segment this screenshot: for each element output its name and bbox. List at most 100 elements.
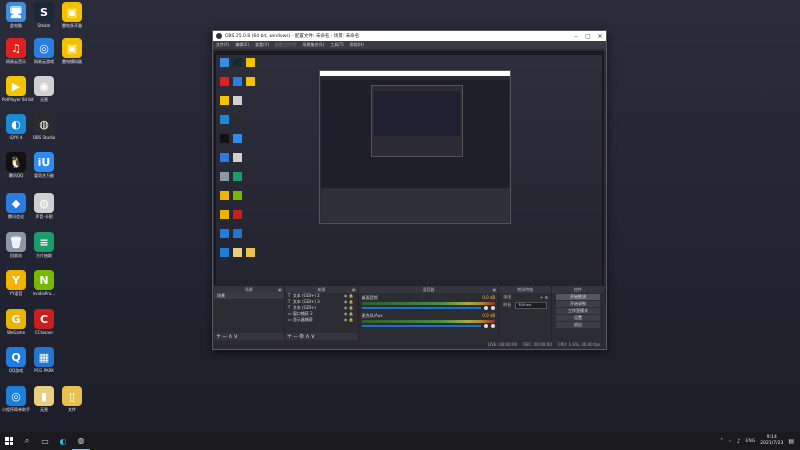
menu-help[interactable]: 帮助(H): [350, 42, 364, 48]
desktop-icon[interactable]: NnvidiaPro…: [30, 270, 58, 296]
desktop-icon[interactable]: ◎ 网易云游戏: [30, 38, 58, 64]
desktop-icon[interactable]: ▮ 无畏: [30, 386, 58, 412]
duration-input[interactable]: 300 ms: [515, 301, 548, 309]
desktop-icon[interactable]: ▦ PCG PARK: [30, 347, 58, 373]
dock-float-icon[interactable]: ▣: [492, 286, 496, 293]
desktop-icon-label: PotPlayer 64 bit: [2, 97, 34, 102]
desktop-icon[interactable]: G WeGame: [2, 309, 30, 335]
desktop-icon[interactable]: ▣ 雷电模拟器: [58, 38, 86, 64]
network-icon[interactable]: ◦: [728, 438, 732, 445]
gear-icon[interactable]: [491, 324, 496, 328]
app-icon: ◎: [34, 38, 54, 58]
track-db: 0.0 dB: [482, 313, 496, 318]
start-recording-button[interactable]: 开始录制: [556, 301, 600, 307]
scenes-toolbar: +−∧∨: [214, 333, 284, 340]
move-down-icon[interactable]: ∨: [311, 333, 316, 340]
app-icon: ◐: [6, 114, 26, 134]
desktop-icon[interactable]: C CCleaner: [30, 309, 58, 335]
notification-icon[interactable]: ▤: [788, 438, 794, 445]
app-icon: G: [6, 309, 26, 329]
mixer-dock-title: 混音器: [422, 287, 435, 292]
app-icon: ♫: [6, 38, 26, 58]
source-item[interactable]: ▭ 显示器捕获 ◉ 🔒: [285, 317, 358, 323]
menu-file[interactable]: 文件(F): [216, 42, 229, 48]
desktop-icon[interactable]: ≡ 方片抽取: [30, 232, 58, 258]
scenes-dock-title: 场景: [244, 287, 253, 292]
volume-slider[interactable]: [361, 324, 496, 328]
search-icon[interactable]: ⌕: [18, 432, 36, 450]
obs-window[interactable]: OBS 25.0.8 (64 bit, windows) - 配置文件: 未命名…: [212, 30, 607, 350]
transitions-dock-header: 转场特效: [499, 286, 552, 293]
windows-logo-icon: [5, 437, 13, 445]
app-icon: ▣: [62, 38, 82, 58]
visibility-lock-icon[interactable]: ◉ 🔒: [344, 317, 354, 323]
desktop-icon-label: nvidiaPro…: [32, 291, 56, 296]
obs-preview[interactable]: [214, 51, 604, 309]
scene-item[interactable]: 场景: [214, 293, 284, 299]
minimize-button[interactable]: –: [570, 33, 582, 40]
dock-float-icon[interactable]: ▣: [278, 286, 282, 293]
tray-chevron-icon[interactable]: ˄: [720, 438, 723, 445]
sources-dock-title: 来源: [317, 287, 326, 292]
desktop-icon[interactable]: Y YY语音: [2, 270, 30, 296]
language-indicator[interactable]: ENG: [746, 439, 756, 444]
desktop-icon[interactable]: ▣ 雷电多开器: [58, 2, 86, 28]
desktop-icon[interactable]: ◍ 声音·卡图: [30, 193, 58, 219]
menu-edit[interactable]: 编辑(E): [235, 42, 249, 48]
obs-taskbar-icon[interactable]: ◍: [72, 432, 90, 450]
desktop-icon[interactable]: ♫ 网易云音乐: [2, 38, 30, 64]
volume-slider-track[interactable]: [361, 307, 482, 309]
volume-icon[interactable]: ♪: [737, 438, 741, 445]
settings-button[interactable]: 设置: [556, 315, 600, 321]
preview-desktop-icon: [233, 191, 242, 200]
obs-title: OBS 25.0.8 (64 bit, windows) - 配置文件: 未命名…: [225, 34, 360, 39]
desktop-icon[interactable]: Q QQ游戏: [2, 347, 30, 373]
exit-button[interactable]: 退出: [556, 322, 600, 328]
desktop-icon[interactable]: ◐ iQIYI 4: [2, 114, 30, 140]
desktop-icon-label: Steam: [37, 23, 51, 28]
dock-float-icon[interactable]: ▣: [352, 286, 356, 293]
menu-profile[interactable]: 配置文件(P): [275, 42, 297, 48]
preview-desktop-icon: [220, 191, 229, 200]
desktop-icon[interactable]: ◉ 无畏: [30, 76, 58, 102]
start-button[interactable]: [0, 432, 18, 450]
menu-view[interactable]: 查看(V): [255, 42, 269, 48]
desktop-icon[interactable]: ◆ 腾讯会议: [2, 193, 30, 219]
scenes-dock: 场景 ▣ 场景 +−∧∨: [214, 286, 284, 340]
gear-icon[interactable]: [491, 306, 496, 310]
close-button[interactable]: ✕: [594, 33, 606, 40]
transition-select[interactable]: 淡出 + ⚙: [499, 293, 551, 301]
desktop-icon[interactable]: 🗑 回收站: [2, 232, 30, 258]
maximize-button[interactable]: ▢: [582, 33, 594, 40]
desktop-icon[interactable]: 🖥 此电脑: [2, 2, 30, 28]
task-view-icon[interactable]: ▭: [36, 432, 54, 450]
add-transition-icon[interactable]: + ⚙: [540, 295, 548, 300]
desktop-icon[interactable]: S Steam: [30, 2, 58, 28]
menu-scene-collection[interactable]: 场景集合(S): [302, 42, 324, 48]
obs-titlebar[interactable]: OBS 25.0.8 (64 bit, windows) - 配置文件: 未命名…: [213, 31, 606, 41]
clock[interactable]: 9:14 2021/7/23: [760, 435, 783, 447]
desktop-icon[interactable]: iU 爱奇艺万能: [30, 152, 58, 178]
move-down-icon[interactable]: ∨: [233, 333, 238, 340]
volume-slider-track[interactable]: [361, 325, 482, 327]
volume-slider[interactable]: [361, 306, 496, 310]
desktop-icon[interactable]: ◎ 小程序简单助手: [2, 386, 30, 412]
menu-tools[interactable]: 工具(T): [330, 42, 344, 48]
desktop-icon[interactable]: ▶ PotPlayer 64 bit: [2, 76, 34, 102]
live-status: LIVE: 00:00:00: [487, 341, 518, 347]
transition-fade: 淡出: [503, 294, 512, 299]
mute-speaker-icon[interactable]: [484, 306, 489, 310]
desktop-icon[interactable]: ◍ OBS Studio: [30, 114, 58, 140]
nested-obs-docks: [321, 189, 509, 222]
start-streaming-button[interactable]: 开始推流: [556, 294, 600, 300]
desktop-icon[interactable]: ▯ 文件: [58, 386, 86, 412]
rec-status: REC: 00:00:00: [523, 341, 552, 347]
mute-speaker-icon[interactable]: [484, 324, 489, 328]
desktop-icon-label: 无畏: [40, 97, 48, 102]
mixer-dock-header: 混音器 ▣: [358, 286, 499, 293]
desktop-icon[interactable]: 🐧 腾讯QQ: [2, 152, 30, 178]
edge-browser-icon[interactable]: ◐: [54, 432, 72, 450]
controls-dock-header: 控件: [552, 286, 604, 293]
studio-mode-button[interactable]: 工作室模式: [556, 308, 600, 314]
app-icon: Y: [6, 270, 26, 290]
